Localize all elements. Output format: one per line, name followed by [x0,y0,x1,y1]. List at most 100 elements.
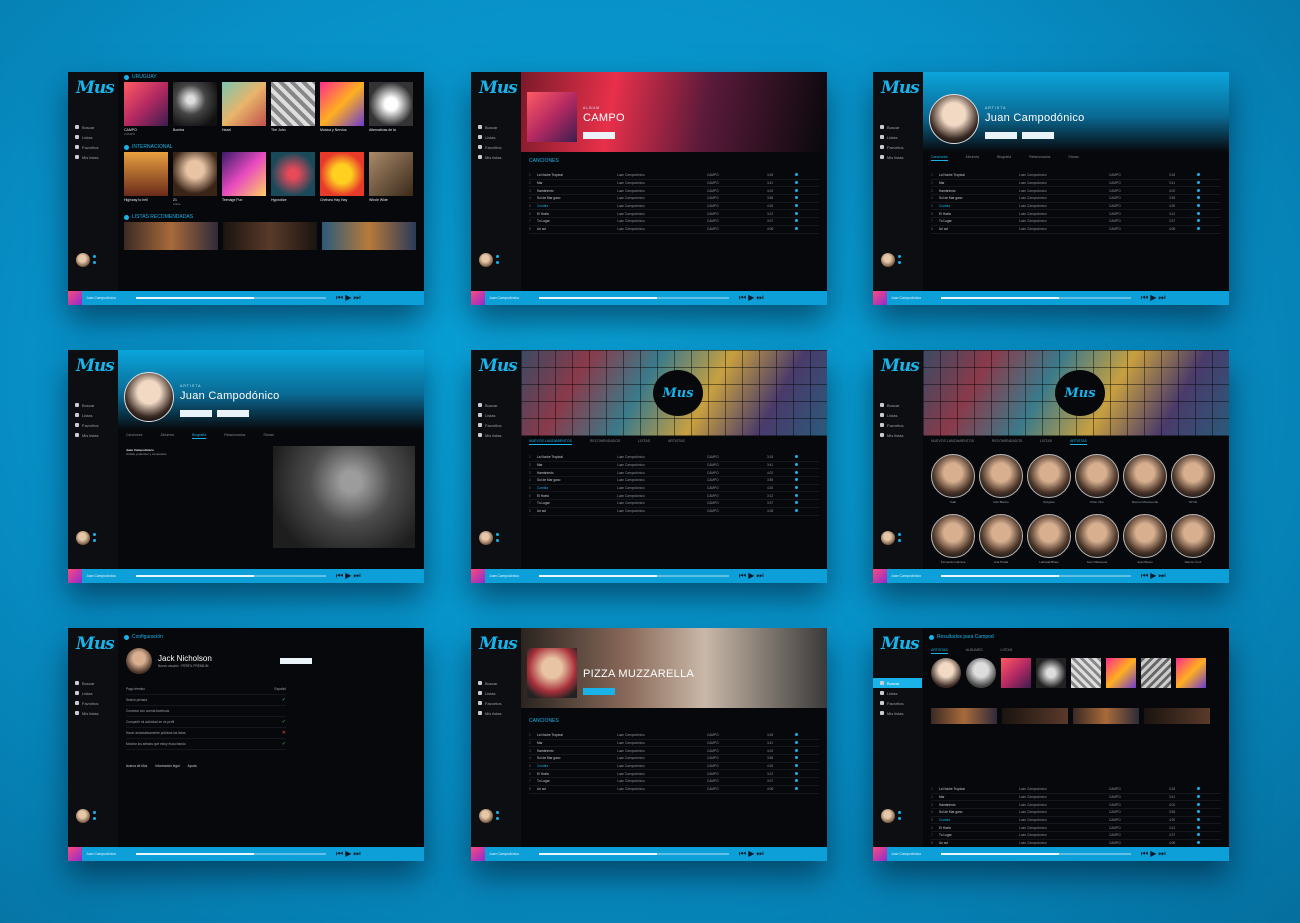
playback-controls[interactable]: ⏮▶⏭ [336,849,363,859]
sidebar-item-buscar[interactable]: Buscar [75,122,117,132]
heart-icon[interactable] [1197,181,1217,185]
progress-bar[interactable] [136,297,326,299]
heart-icon[interactable] [795,787,815,791]
result-album[interactable] [1106,658,1136,688]
tab-recomendados[interactable]: RECOMENDADOS [590,439,620,445]
artist-card[interactable]: Fernando Cabrera [931,514,979,564]
progress-bar[interactable] [136,853,326,855]
table-row[interactable]: 5 Cumbia Luan Campodónico CAMPO 4:20 [931,817,1221,825]
heart-icon[interactable] [1197,825,1217,830]
now-playing-title[interactable]: Juan Campodónico [489,852,529,856]
tab-nuevos[interactable]: NUEVOS LANZAMIENTOS [529,439,572,445]
app-logo[interactable]: Mus [479,634,518,654]
app-logo[interactable]: Mus [76,634,115,654]
follow-button[interactable] [180,410,212,417]
tab-listas[interactable]: LISTAS [1001,648,1013,654]
heart-icon[interactable] [1197,833,1217,837]
check-icon[interactable]: ✓ [282,697,286,703]
tab-nuevos[interactable]: NUEVOS LANZAMIENTOS [931,439,974,445]
avatar[interactable] [76,809,90,823]
table-row[interactable]: 5 Cumbia Luan Campodónico CAMPO 4:20 [529,203,819,211]
playback-controls[interactable]: ⏮▶⏭ [739,293,766,303]
avatar[interactable] [479,809,493,823]
result-album[interactable] [1001,658,1031,688]
heart-icon[interactable] [795,733,815,737]
heart-icon[interactable] [1197,810,1217,814]
app-logo[interactable]: Mus [881,634,920,654]
sidebar-item-buscar[interactable]: Buscar [873,678,922,688]
playback-controls[interactable]: ⏮▶⏭ [336,571,363,581]
avatar[interactable] [479,531,493,545]
table-row[interactable]: 8 Un sol Luan Campodónico CAMPO 4:08 [529,786,819,794]
sidebar-item-mis-listas[interactable]: Mis listas [478,152,520,162]
cross-icon[interactable]: ✕ [282,730,286,736]
table-row[interactable]: 8 Un sol Luan Campodónico CAMPO 4:08 [529,226,819,234]
table-row[interactable]: 4 Sol de Mar gano Luan Campodónico CAMPO 3:5… [529,195,819,203]
user-menu-icon[interactable] [93,811,96,821]
table-row[interactable]: 6 El Huelo Luan Campodónico CAMPO 3:12 [931,210,1221,219]
heart-icon[interactable] [795,486,815,490]
result-album[interactable] [1071,658,1101,688]
sidebar-item-mis-listas[interactable]: Mis listas [478,430,520,440]
heart-icon[interactable] [795,478,815,482]
heart-icon[interactable] [795,188,815,193]
heart-icon[interactable] [1197,219,1217,223]
follow-button[interactable] [985,132,1017,139]
tab-shows[interactable]: Shows [263,433,274,439]
now-playing-art[interactable] [471,291,485,305]
user-menu-icon[interactable] [496,533,499,543]
table-row[interactable]: 2 Mar Luan Campodónico CAMPO 3:41 [529,180,819,188]
now-playing-art[interactable] [873,847,887,861]
playlist-card[interactable] [1144,708,1210,724]
table-row[interactable]: 1 La Noche Tropical Luan Campodónico CAMPO 3… [529,454,819,462]
table-row[interactable]: 7 Tu Lugar Luan Campodónico CAMPO 3:37 [529,500,819,508]
playlist-card[interactable] [223,222,317,250]
check-icon[interactable]: ✓ [282,741,286,747]
sidebar-item-mis-listas[interactable]: Mis listas [75,430,117,440]
settings-option-value[interactable]: Español [274,687,286,691]
sidebar-item-buscar[interactable]: Buscar [478,400,520,410]
sidebar-item-favoritos[interactable]: Favoritos [478,420,520,430]
result-album[interactable] [1036,658,1066,688]
sidebar-item-listas[interactable]: Listas [880,132,922,142]
sidebar-item-listas[interactable]: Listas [478,688,520,698]
table-row[interactable]: 7 Tu Lugar Luan Campodónico CAMPO 3:37 [529,218,819,226]
tab-canciones[interactable]: Canciones [126,433,143,439]
about-link[interactable]: Acerca de Mus [126,764,147,768]
sidebar-item-mis-listas[interactable]: Mis listas [880,708,922,718]
playback-controls[interactable]: ⏮▶⏭ [336,293,363,303]
table-row[interactable]: 1 La Noche Tropical Luan Campodónico CAMPO 3… [931,786,1221,794]
progress-bar[interactable] [136,575,326,577]
play-album-button[interactable] [583,688,615,695]
tab-albumes[interactable]: ALBUMES [966,648,983,654]
app-logo[interactable]: Mus [881,78,920,98]
playback-controls[interactable]: ⏮▶⏭ [1141,849,1168,859]
now-playing-art[interactable] [873,291,887,305]
heart-icon[interactable] [795,204,815,208]
now-playing-title[interactable]: Juan Campodónico [489,296,529,300]
tab-albumes[interactable]: Álbumes [966,155,980,161]
table-row[interactable]: 5 Cumbia Luan Campodónico CAMPO 4:20 [529,763,819,771]
sidebar-item-buscar[interactable]: Buscar [880,122,922,132]
table-row[interactable]: 7 Tu Lugar Luan Campodónico CAMPO 3:37 [529,778,819,786]
now-playing-title[interactable]: Juan Campodónico [86,852,126,856]
sidebar-item-buscar[interactable]: Buscar [880,400,922,410]
heart-icon[interactable] [1197,204,1217,208]
settings-option[interactable]: Conectar con cuenta facebook [126,706,286,717]
heart-icon[interactable] [795,211,815,216]
avatar[interactable] [479,253,493,267]
sidebar-item-mis-listas[interactable]: Mis listas [880,430,922,440]
table-row[interactable]: 2 Mar Luan Campodónico CAMPO 3:41 [931,794,1221,802]
user-menu-icon[interactable] [898,255,901,265]
sidebar-item-favoritos[interactable]: Favoritos [880,698,922,708]
artist-card[interactable]: Ana Prada [979,514,1027,564]
table-row[interactable]: 1 La Noche Tropical Luan Campodónico CAMPO 3… [529,732,819,740]
sidebar-item-favoritos[interactable]: Favoritos [880,142,922,152]
result-album[interactable] [1141,658,1171,688]
sidebar-item-favoritos[interactable]: Favoritos [478,142,520,152]
now-playing-art[interactable] [68,569,82,583]
tab-recomendados[interactable]: RECOMENDADOS [992,439,1022,445]
user-menu-icon[interactable] [496,811,499,821]
sidebar-item-buscar[interactable]: Buscar [75,678,117,688]
now-playing-art[interactable] [68,291,82,305]
